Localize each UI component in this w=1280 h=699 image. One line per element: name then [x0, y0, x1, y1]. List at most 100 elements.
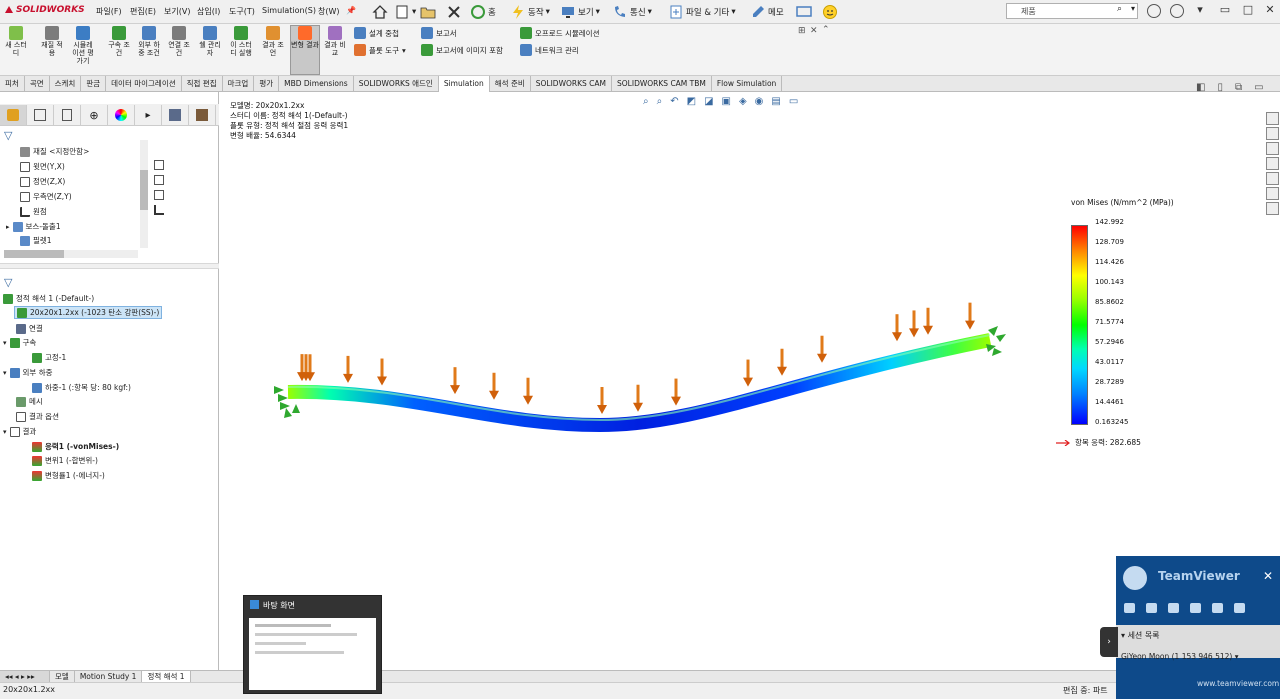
fixtures-item[interactable]: ▾ 구속: [3, 337, 36, 348]
solidworks-logo[interactable]: SOLIDWORKS: [4, 5, 85, 15]
forum-pane-icon[interactable]: [1266, 202, 1279, 215]
teamviewer-close-icon[interactable]: ✕: [1263, 569, 1273, 583]
fixtures-button[interactable]: 구속 조건: [107, 26, 131, 57]
deformed-result-button[interactable]: 변형 결과: [290, 25, 320, 75]
scene-icon[interactable]: ▤: [771, 96, 780, 107]
view-settings-icon[interactable]: ▭: [789, 96, 798, 107]
menu-file[interactable]: 파일(F): [96, 6, 122, 17]
external-loads-button[interactable]: 외부 하중 조건: [137, 26, 161, 57]
menu-simulation[interactable]: Simulation(S): [262, 6, 316, 15]
feature-manager-tab[interactable]: [0, 105, 27, 125]
restore-icon[interactable]: ▭: [1219, 4, 1231, 16]
hide-show-icon[interactable]: ◉: [755, 96, 764, 107]
user-icon[interactable]: [1147, 4, 1161, 18]
menu-edit[interactable]: 편집(E): [130, 6, 156, 17]
stress-plot-model[interactable]: [230, 290, 1050, 450]
menu-tools[interactable]: 도구(T): [229, 6, 255, 17]
panel-splitter[interactable]: [0, 263, 219, 269]
vp-restore-icon[interactable]: ▯: [1217, 82, 1223, 93]
previous-view-icon[interactable]: ↶: [670, 96, 678, 107]
library-pane-icon[interactable]: [1266, 142, 1279, 155]
filter-icon[interactable]: ▽: [4, 276, 12, 289]
chevron-down-icon[interactable]: ▾: [1131, 4, 1135, 13]
comm-button[interactable]: 통신 ▾: [612, 3, 652, 21]
pin-icon[interactable]: 📌: [346, 6, 356, 15]
video-icon[interactable]: [1124, 603, 1135, 613]
tab-simulation[interactable]: Simulation: [438, 76, 490, 92]
new-doc-icon[interactable]: ▾: [394, 3, 416, 21]
connections-button[interactable]: 연결 조건: [167, 26, 191, 57]
tree-scrollbar[interactable]: [140, 140, 148, 248]
help-icon[interactable]: [1170, 4, 1184, 18]
shell-manager-button[interactable]: 쉘 관리자: [198, 26, 222, 57]
session-user[interactable]: GiYeon Moon (1 153 946 512) ▾: [1121, 652, 1238, 661]
sim-evaluator-button[interactable]: 시뮬레이션 평가기: [71, 26, 95, 65]
close-icon[interactable]: ✕: [1264, 4, 1276, 16]
appearance-pane-icon[interactable]: [1266, 172, 1279, 185]
home-icon[interactable]: [372, 3, 388, 21]
grid-icon[interactable]: ⊞: [798, 26, 806, 36]
expand-tab[interactable]: ▸: [135, 105, 162, 125]
tree-boss-extrude[interactable]: ▸ 보스-돌출1: [6, 221, 61, 232]
help-dropdown-icon[interactable]: ▾: [1194, 4, 1206, 16]
config-manager-tab[interactable]: [54, 105, 81, 125]
collapse-icon[interactable]: ⌃: [822, 25, 830, 35]
mesh-item[interactable]: 메시: [16, 396, 43, 407]
new-study-button[interactable]: 새 스터디: [4, 26, 28, 57]
tab-data-migration[interactable]: 데이터 마이그레이션: [106, 76, 182, 92]
menu-insert[interactable]: 삽입(I): [197, 6, 220, 17]
connections-item[interactable]: 연결: [16, 323, 43, 334]
home-pane-icon[interactable]: [1266, 112, 1279, 125]
external-loads-item[interactable]: ▾ 외부 하중: [3, 367, 53, 378]
tab-addins[interactable]: SOLIDWORKS 애드인: [354, 76, 439, 92]
results-advisor-button[interactable]: 결과 조언: [261, 26, 285, 57]
report-button[interactable]: 보고서: [421, 27, 457, 39]
view-button[interactable]: 보기 ▾: [560, 3, 600, 21]
tab-flow-sim[interactable]: Flow Simulation: [712, 76, 783, 92]
file-etc-button[interactable]: 파일 & 기타 ▾: [668, 3, 736, 21]
close-panel-icon[interactable]: ✕: [810, 26, 818, 36]
strain-result-item[interactable]: 변형률1 (-에너지-): [32, 470, 105, 481]
section-view-icon[interactable]: ◩: [687, 96, 696, 107]
teamviewer-side-tab[interactable]: ›: [1100, 627, 1118, 657]
teamviewer-url[interactable]: www.teamviewer.com: [1197, 679, 1279, 688]
tree-top-plane[interactable]: 윗면(Y,X): [20, 161, 65, 172]
load-1-item[interactable]: 하중-1 (:항목 당: 80 kgf:): [32, 382, 131, 393]
headset-icon[interactable]: [1146, 603, 1157, 613]
stress-result-item[interactable]: 응력1 (-vonMises-): [32, 441, 119, 452]
tree-material[interactable]: 재질 <지정안함>: [20, 146, 89, 157]
properties-pane-icon[interactable]: [1266, 187, 1279, 200]
dynamic-annotation-icon[interactable]: ◪: [704, 96, 713, 107]
tab-direct-edit[interactable]: 직접 편집: [182, 76, 223, 92]
view-orientation-icon[interactable]: ▣: [722, 96, 731, 107]
results-item[interactable]: ▾ 결과: [3, 426, 36, 437]
material-part-item[interactable]: 20x20x1.2xx (-1023 탄소 강판(SS)-): [14, 306, 163, 319]
display-manager-tab[interactable]: [108, 105, 135, 125]
close-x-icon[interactable]: [446, 3, 462, 21]
tree-front-plane[interactable]: 정면(Z,X): [20, 176, 65, 187]
tab-surfaces[interactable]: 곡면: [25, 76, 50, 92]
smiley-icon[interactable]: [822, 3, 838, 21]
collapse-arrows-icon[interactable]: [1234, 603, 1245, 613]
tree-origin[interactable]: 원점: [20, 206, 47, 217]
maximize-icon[interactable]: □: [1242, 4, 1254, 16]
memo-button[interactable]: 메모: [750, 3, 784, 21]
home-button[interactable]: 홈: [470, 3, 496, 21]
filter-icon[interactable]: ▽: [4, 129, 12, 142]
displacement-result-item[interactable]: 변위1 (-합변위-): [32, 455, 98, 466]
vp-close-icon[interactable]: ▭: [1254, 82, 1263, 93]
run-study-button[interactable]: 이 스터디 실행: [229, 26, 253, 57]
tab-mbd[interactable]: MBD Dimensions: [279, 76, 354, 92]
menu-window[interactable]: 창(W): [318, 6, 340, 17]
property-manager-tab[interactable]: [27, 105, 54, 125]
menu-view[interactable]: 보기(V): [164, 6, 190, 17]
resources-pane-icon[interactable]: [1266, 127, 1279, 140]
tab-sheetmetal[interactable]: 판금: [81, 76, 107, 92]
zoom-area-icon[interactable]: ⌕: [657, 96, 663, 107]
result-options-item[interactable]: 결과 옵션: [16, 411, 59, 422]
cam-tab[interactable]: [162, 105, 189, 125]
image-in-report-button[interactable]: 보고서에 이미지 포함: [421, 44, 503, 56]
network-manage-button[interactable]: 네트워크 관리: [520, 44, 579, 56]
open-folder-icon[interactable]: [420, 3, 436, 21]
tab-markup[interactable]: 마크업: [223, 76, 255, 92]
